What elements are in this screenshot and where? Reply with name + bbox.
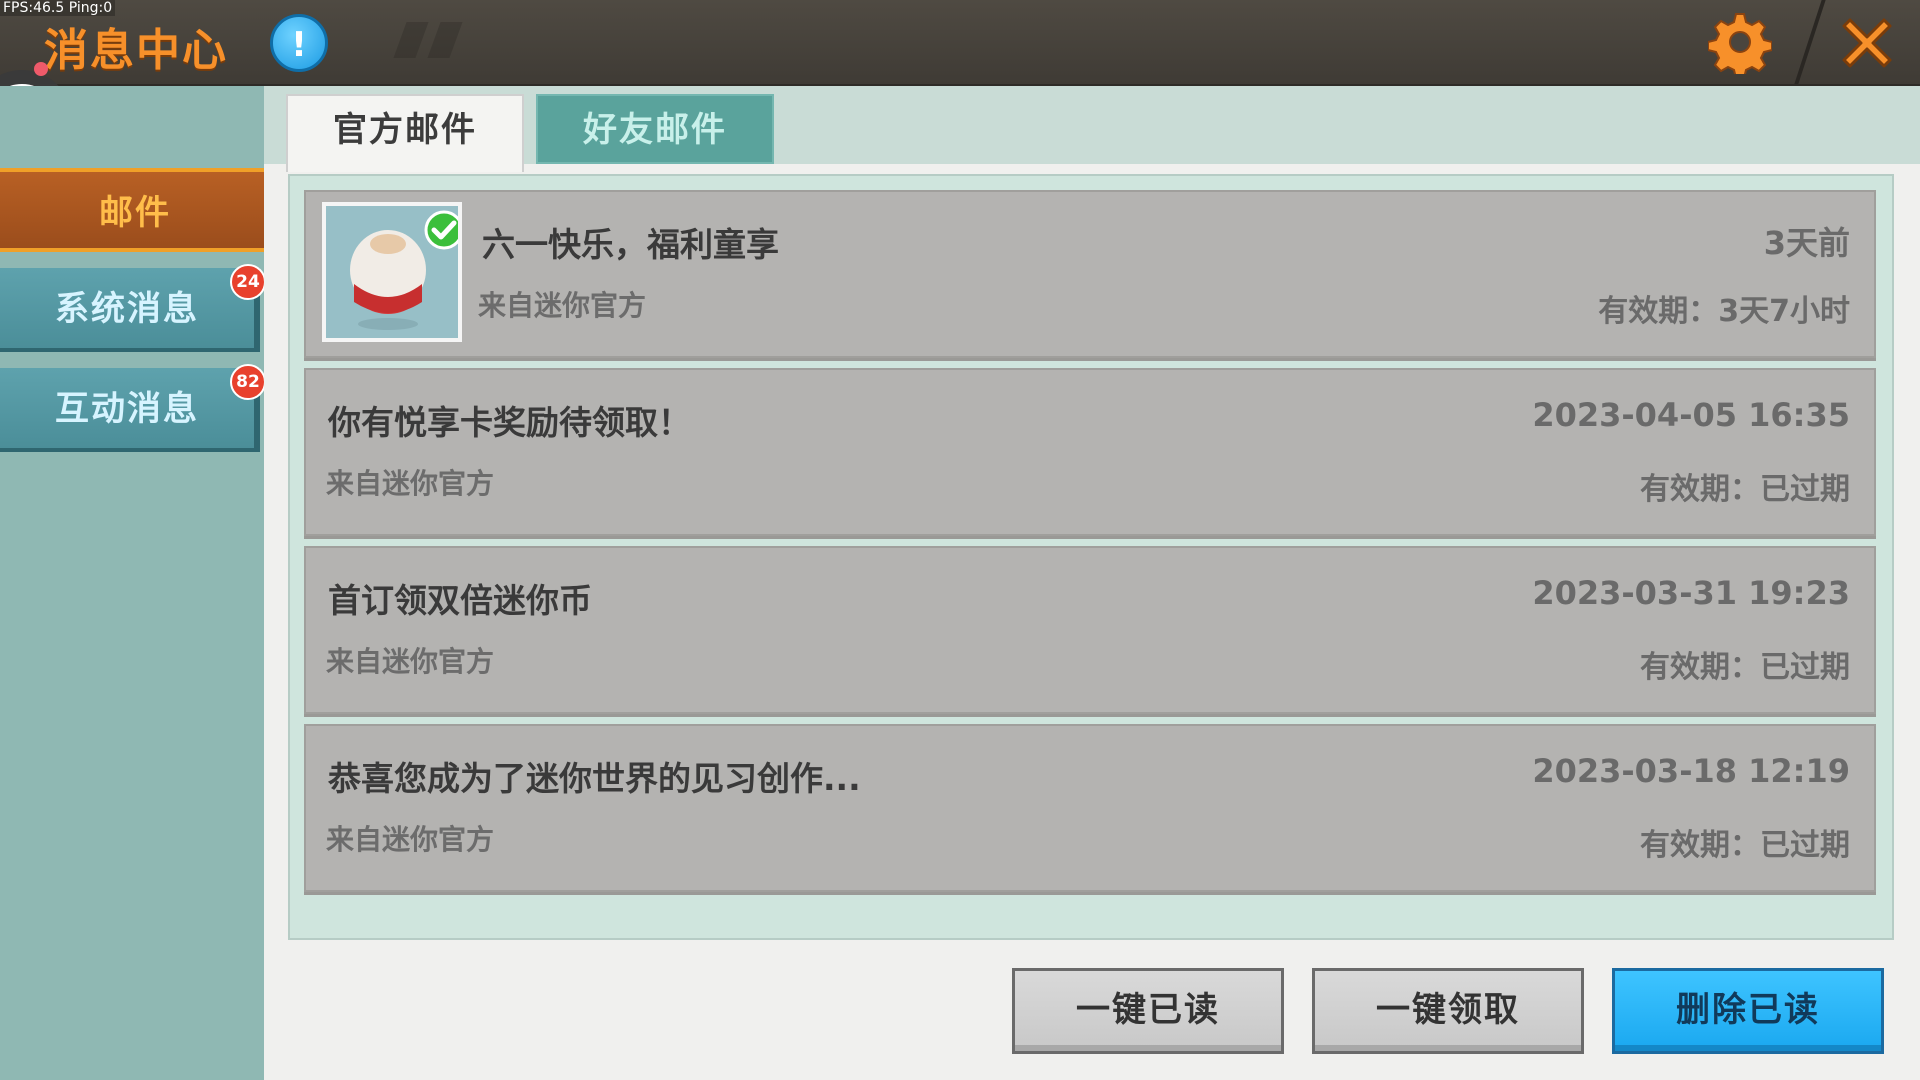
close-icon[interactable] <box>1836 12 1898 74</box>
mail-sender: 来自迷你官方 <box>326 645 495 678</box>
read-all-button[interactable]: 一键已读 <box>1012 968 1284 1054</box>
sidebar-item-system-messages[interactable]: 系统消息 24 <box>0 264 266 352</box>
mail-time: 3天前 <box>1763 224 1850 262</box>
decorative-stripes <box>393 22 480 58</box>
sidebar: 邮件 系统消息 24 互动消息 82 <box>0 86 274 1080</box>
mail-item[interactable]: 你有悦享卡奖励待领取！ 来自迷你官方 2023-04-05 16:35 有效期：… <box>304 368 1876 536</box>
fps-readout: FPS:46.5 Ping:0 <box>0 0 116 16</box>
mail-item[interactable]: 六一快乐，福利童享 来自迷你官方 3天前 有效期：3天7小时 <box>304 190 1876 358</box>
mail-item[interactable]: 恭喜您成为了迷你世界的见习创作... 来自迷你官方 2023-03-18 12:… <box>304 724 1876 892</box>
tab-official-mail[interactable]: 官方邮件 <box>286 94 524 172</box>
sidebar-item-label: 邮件 <box>99 193 171 233</box>
mail-sender: 来自迷你官方 <box>326 823 495 856</box>
sidebar-item-label: 系统消息 <box>55 289 199 329</box>
mail-time: 2023-04-05 16:35 <box>1532 396 1850 434</box>
info-icon[interactable]: ! <box>270 14 328 72</box>
page-title: 消息中心 <box>44 25 228 76</box>
header-divider <box>1794 0 1826 84</box>
mail-sender: 来自迷你官方 <box>326 467 495 500</box>
mail-validity: 有效期：已过期 <box>1640 828 1850 863</box>
unread-badge: 82 <box>230 364 266 400</box>
mail-list: 六一快乐，福利童享 来自迷你官方 3天前 有效期：3天7小时 你有悦享卡奖励待领… <box>288 174 1894 940</box>
mail-subject: 你有悦享卡奖励待领取！ <box>328 403 691 442</box>
mail-subject: 恭喜您成为了迷你世界的见习创作... <box>328 759 861 798</box>
claimed-check-icon <box>424 210 458 250</box>
mail-subject: 首订领双倍迷你币 <box>328 581 592 620</box>
mail-validity: 有效期：已过期 <box>1640 472 1850 507</box>
mail-sender: 来自迷你官方 <box>478 289 647 322</box>
sidebar-item-label: 互动消息 <box>55 389 199 429</box>
mail-validity: 有效期：已过期 <box>1640 650 1850 685</box>
gear-icon[interactable] <box>1708 10 1772 74</box>
mail-time: 2023-03-31 19:23 <box>1532 574 1850 612</box>
top-bar: 消息中心 ! <box>0 0 1920 86</box>
tab-friend-mail[interactable]: 好友邮件 <box>536 94 774 164</box>
claim-all-button[interactable]: 一键领取 <box>1312 968 1584 1054</box>
delete-read-button[interactable]: 删除已读 <box>1612 968 1884 1054</box>
unread-badge: 24 <box>230 264 266 300</box>
mail-item[interactable]: 首订领双倍迷你币 来自迷你官方 2023-03-31 19:23 有效期：已过期 <box>304 546 1876 714</box>
notification-dot <box>34 62 48 76</box>
mail-subject: 六一快乐，福利童享 <box>482 225 779 264</box>
main-panel: 官方邮件 好友邮件 六一快乐，福利童享 来自迷你官方 3天前 有效期：3天7小时… <box>264 86 1920 1080</box>
mail-thumbnail <box>322 202 462 342</box>
sidebar-item-mail[interactable]: 邮件 <box>0 168 274 252</box>
mail-time: 2023-03-18 12:19 <box>1532 752 1850 790</box>
sidebar-item-interaction-messages[interactable]: 互动消息 82 <box>0 364 266 452</box>
mail-validity: 有效期：3天7小时 <box>1598 294 1850 329</box>
tab-bar: 官方邮件 好友邮件 <box>264 86 1920 172</box>
